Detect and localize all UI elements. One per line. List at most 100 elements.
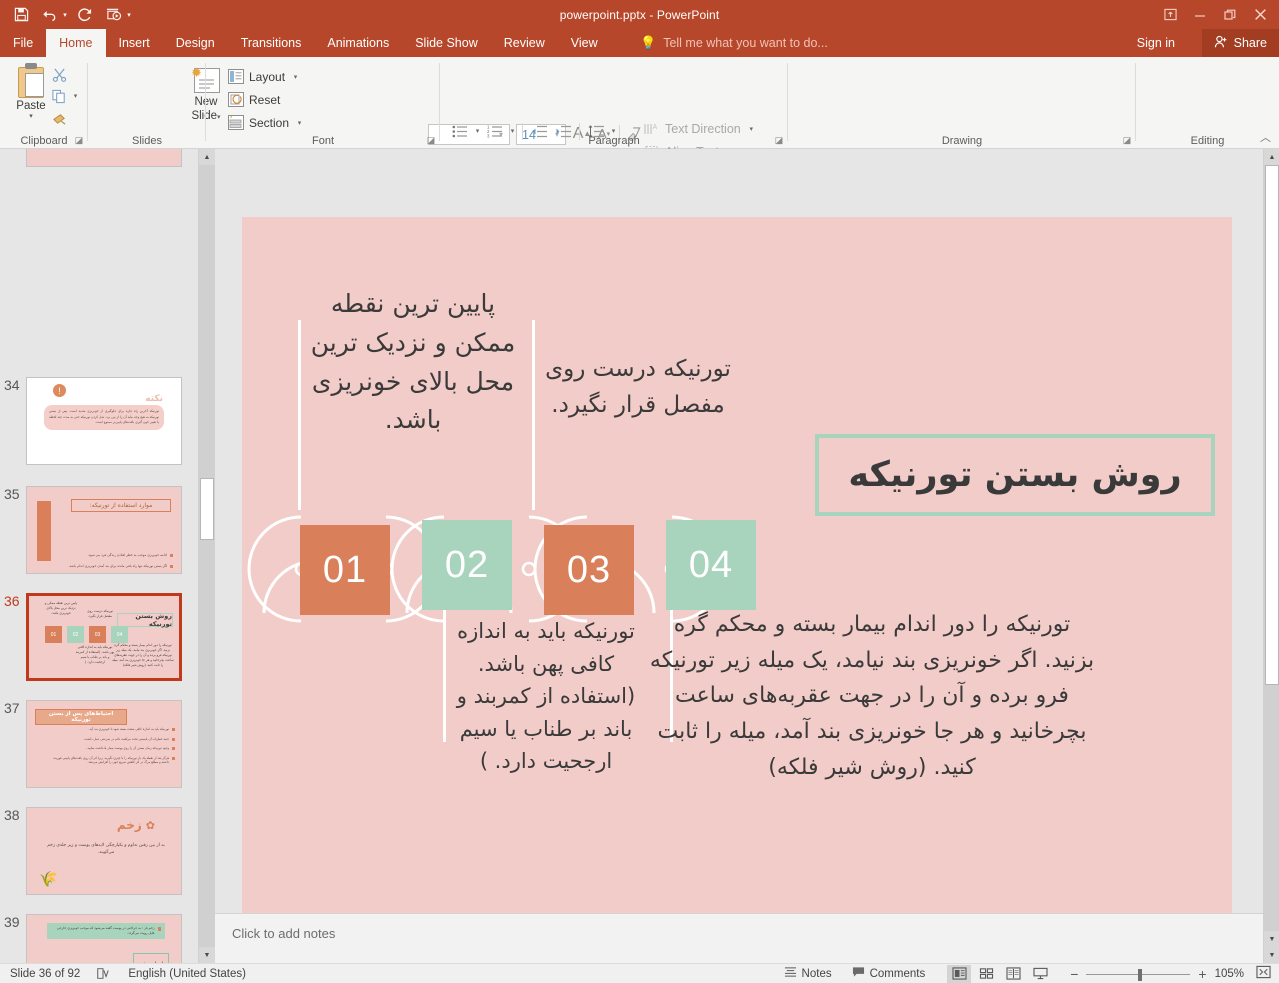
slide-scroll-thumb[interactable] bbox=[1265, 165, 1279, 685]
text-direction-label: Text Direction bbox=[665, 121, 741, 136]
cut-button[interactable] bbox=[52, 63, 92, 85]
zoom-in-button[interactable]: + bbox=[1198, 966, 1206, 982]
share-button[interactable]: Share bbox=[1201, 29, 1279, 57]
thumbnail-slide-39[interactable]: زخم باز : به جراحتی در پوست گفته می‌شود … bbox=[26, 914, 182, 963]
current-slide[interactable]: 01 02 03 04 روش بستن تورنیکه پایین ترین … bbox=[242, 217, 1232, 961]
thumb38-ribbon-icon: ✿ bbox=[145, 819, 155, 832]
tab-file[interactable]: File bbox=[0, 29, 46, 57]
ribbon-display-options-icon[interactable] bbox=[1155, 2, 1185, 28]
thumb36-step-03: 03 bbox=[89, 626, 106, 643]
thumb35-bullet-1: ادامه خونریزی موجب به خطر افتادن زندگی ف… bbox=[87, 553, 167, 557]
thumb34-body: تورنیکه آخرین راه چاره برای جلوگیری از خ… bbox=[49, 409, 159, 424]
thumb35-bullet-marker-1 bbox=[170, 554, 173, 557]
format-painter-button[interactable] bbox=[52, 107, 92, 129]
thumbnail-panel-scrollbar[interactable]: ▲ ▼ bbox=[198, 149, 215, 963]
thumbnail-slide-35[interactable]: موارد استفاده از تورنیکه: ادامه خونریزی … bbox=[26, 486, 182, 574]
slideshow-view-button[interactable] bbox=[1028, 965, 1052, 983]
slide-counter[interactable]: Slide 36 of 92 bbox=[10, 968, 80, 980]
thumb36-text-1: پایین ترین نقطه ممکن و نزدیک ترین محل با… bbox=[44, 601, 78, 615]
notes-button[interactable]: Notes bbox=[784, 966, 832, 981]
spellcheck-icon[interactable] bbox=[96, 967, 110, 980]
drawing-dialog-launcher[interactable]: ◪ bbox=[1121, 134, 1133, 146]
close-icon[interactable] bbox=[1245, 2, 1275, 28]
language-indicator[interactable]: English (United States) bbox=[128, 968, 246, 980]
zoom-level[interactable]: 105% bbox=[1215, 968, 1244, 980]
thumbnail-number-35: 35 bbox=[4, 486, 20, 502]
window-title: powerpoint.pptx - PowerPoint bbox=[559, 7, 720, 22]
title-bar: ▾ ▾ powerpoint.pptx - PowerPoint bbox=[0, 0, 1279, 29]
thumbnail-slide-33[interactable]: تورنیکه آخرین راه چاره برای جلوگیری از خ… bbox=[26, 149, 182, 167]
fit-to-window-icon[interactable] bbox=[1256, 965, 1271, 982]
notes-placeholder: Click to add notes bbox=[232, 926, 336, 941]
zoom-slider[interactable] bbox=[1086, 967, 1191, 981]
step-box-04[interactable]: 04 bbox=[666, 520, 756, 610]
slide-text-top-left[interactable]: پایین ترین نقطه ممکن و نزدیک ترین محل با… bbox=[308, 285, 518, 440]
text-direction-dropdown-icon[interactable]: ▾ bbox=[746, 125, 757, 133]
next-slide-icon[interactable]: ▼ bbox=[1264, 947, 1279, 963]
slide-area-scrollbar[interactable]: ▲ ▼ ▼ bbox=[1263, 149, 1279, 963]
slide-text-bottom-mid[interactable]: تورنیکه باید به اندازه کافی پهن باشد. (ا… bbox=[442, 615, 650, 778]
slide-sorter-button[interactable] bbox=[974, 965, 998, 983]
clipboard-dialog-launcher[interactable]: ◪ bbox=[73, 134, 85, 146]
person-add-icon bbox=[1214, 35, 1228, 52]
slide-thumbnail-panel[interactable]: تورنیکه آخرین راه چاره برای جلوگیری از خ… bbox=[0, 149, 198, 963]
thumb39-bullet-1: زخم باز : به جراحتی در پوست گفته می‌شود … bbox=[56, 926, 155, 935]
thumbnail-scroll-up-icon[interactable]: ▲ bbox=[199, 149, 215, 165]
copy-button[interactable]: ▾ bbox=[52, 85, 92, 107]
step-box-02[interactable]: 02 bbox=[422, 520, 512, 610]
tab-slide-show[interactable]: Slide Show bbox=[402, 29, 491, 57]
thumbnail-slide-36[interactable]: روش بستن تورنیکه پایین ترین نقطه ممکن و … bbox=[26, 593, 182, 681]
thumb36-step-01: 01 bbox=[45, 626, 62, 643]
thumb37-title: احتیاط‌های پس از بستن تورنیکه bbox=[48, 711, 114, 723]
slide-scroll-down-icon[interactable]: ▼ bbox=[1264, 931, 1279, 947]
restore-icon[interactable] bbox=[1215, 2, 1245, 28]
comments-button[interactable]: Comments bbox=[852, 966, 925, 981]
tab-transitions[interactable]: Transitions bbox=[228, 29, 315, 57]
thumbnail-scroll-track[interactable] bbox=[199, 165, 215, 947]
thumbnail-scroll-down-icon[interactable]: ▼ bbox=[199, 947, 215, 963]
normal-view-button[interactable] bbox=[947, 964, 972, 983]
thumbnail-slide-34[interactable]: ! نکته تورنیکه آخرین راه چاره برای جلوگی… bbox=[26, 377, 182, 465]
sign-in-button[interactable]: Sign in bbox=[1137, 29, 1175, 57]
minimize-icon[interactable] bbox=[1185, 2, 1215, 28]
tab-animations[interactable]: Animations bbox=[314, 29, 402, 57]
slide-text-bottom-right[interactable]: تورنیکه را دور اندام بیمار بسته و محکم گ… bbox=[646, 607, 1098, 785]
copy-dropdown-icon[interactable]: ▾ bbox=[70, 92, 81, 100]
step-box-03[interactable]: 03 bbox=[544, 525, 634, 615]
tab-design[interactable]: Design bbox=[163, 29, 228, 57]
tab-home[interactable]: Home bbox=[46, 29, 106, 57]
tell-me-search[interactable]: 💡 Tell me what you want to do... bbox=[640, 29, 828, 57]
thumb36-text-4: تورنیکه را دور اندام بیمار بسته و محکم گ… bbox=[112, 643, 174, 667]
tab-view[interactable]: View bbox=[558, 29, 611, 57]
tab-insert[interactable]: Insert bbox=[106, 29, 163, 57]
thumbnail-scroll-thumb[interactable] bbox=[200, 478, 214, 540]
paste-button[interactable]: Paste ▾ bbox=[8, 63, 54, 120]
thumb35-bullet-marker-2 bbox=[170, 565, 173, 568]
thumbnail-number-39: 39 bbox=[4, 914, 20, 930]
notes-pane[interactable]: Click to add notes bbox=[215, 913, 1263, 963]
slide-scroll-track[interactable] bbox=[1264, 165, 1279, 931]
thumb35-title: موارد استفاده از تورنیکه: bbox=[89, 502, 153, 509]
step-box-01[interactable]: 01 bbox=[300, 525, 390, 615]
zoom-slider-knob[interactable] bbox=[1138, 968, 1143, 981]
font-dialog-launcher[interactable]: ◪ bbox=[425, 134, 437, 146]
thumb34-title: نکته bbox=[145, 394, 163, 404]
slide-scroll-up-icon[interactable]: ▲ bbox=[1264, 149, 1279, 165]
tab-review[interactable]: Review bbox=[491, 29, 558, 57]
thumbnail-slide-38[interactable]: زخم ✿ به از بین رفتن تداوم و یکپارچگی لا… bbox=[26, 807, 182, 895]
paste-dropdown-icon[interactable]: ▾ bbox=[8, 112, 54, 120]
slide-text-top-mid[interactable]: تورنیکه درست روی مفصل قرار نگیرد. bbox=[532, 352, 744, 423]
line-spacing-dropdown-icon[interactable]: ▾ bbox=[608, 127, 619, 135]
editing-group-label: Editing bbox=[1190, 135, 1225, 147]
slide-title-box[interactable]: روش بستن تورنیکه bbox=[815, 434, 1215, 516]
slide-edit-area[interactable]: 01 02 03 04 روش بستن تورنیکه پایین ترین … bbox=[215, 149, 1263, 961]
thumbnail-slide-37[interactable]: احتیاط‌های پس از بستن تورنیکه تورنیکه با… bbox=[26, 700, 182, 788]
zoom-out-button[interactable]: − bbox=[1070, 966, 1078, 982]
share-label: Share bbox=[1233, 36, 1267, 50]
numbering-dropdown-icon[interactable]: ▾ bbox=[507, 127, 518, 135]
ribbon: Paste ▾ ▾ Clipboard ◪ ✹ ▾ Layout ▾ Reset… bbox=[0, 57, 1279, 189]
bullets-dropdown-icon[interactable]: ▾ bbox=[472, 127, 483, 135]
paragraph-dialog-launcher[interactable]: ◪ bbox=[773, 134, 785, 146]
collapse-ribbon-icon[interactable]: ︿ bbox=[1260, 129, 1271, 145]
reading-view-button[interactable] bbox=[1001, 965, 1025, 983]
